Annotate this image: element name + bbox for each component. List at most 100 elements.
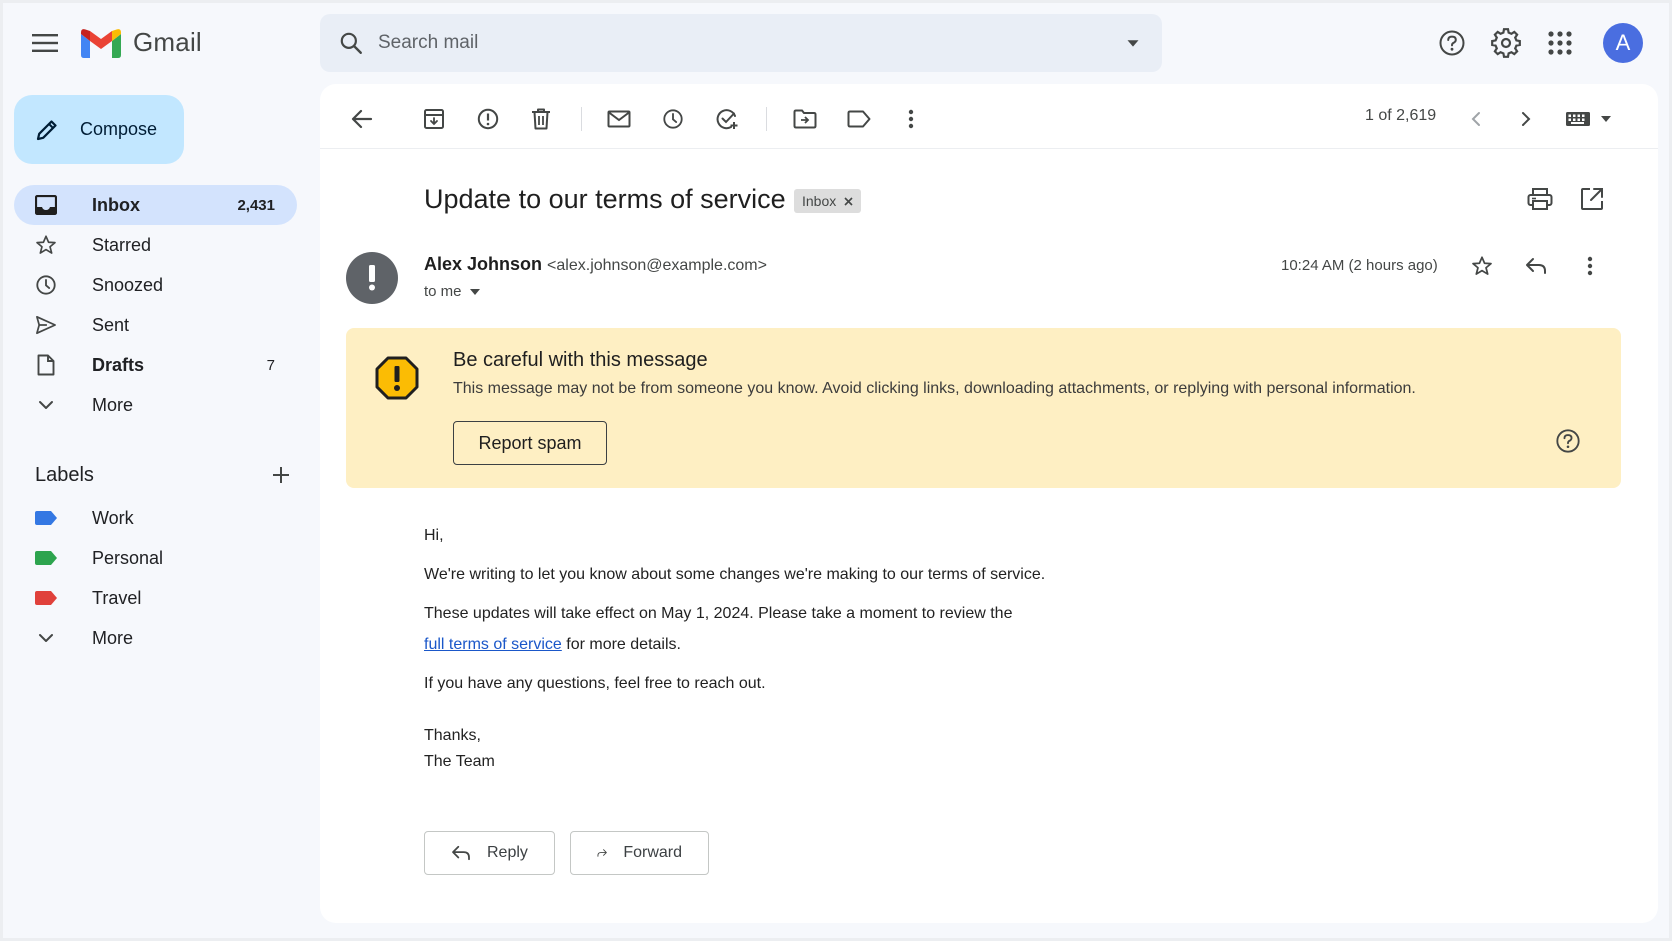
star-icon <box>1472 256 1492 275</box>
warning-help-button[interactable] <box>1555 428 1581 454</box>
reply-button[interactable]: Reply <box>424 831 555 875</box>
app-name: Gmail <box>133 27 202 57</box>
settings-button[interactable] <box>1486 23 1526 63</box>
labels-button[interactable] <box>839 99 879 139</box>
body-paragraph: These updates will take effect on May 1,… <box>424 605 1013 622</box>
close-icon[interactable] <box>844 196 853 206</box>
mail-icon <box>607 110 631 128</box>
sidebar-item-drafts[interactable]: Drafts 7 <box>14 345 297 385</box>
sidebar-nav: Inbox 2,431 Starred Snoozed Sent Drafts … <box>14 185 297 425</box>
send-icon <box>34 313 58 337</box>
input-tools-button[interactable] <box>1559 99 1619 139</box>
trash-icon <box>532 108 550 130</box>
message-more-button[interactable] <box>1570 246 1610 286</box>
sidebar-item-label: More <box>92 394 134 415</box>
open-in-new-icon <box>1581 188 1603 210</box>
toolbar-separator <box>581 107 582 131</box>
more-options-button[interactable] <box>891 99 931 139</box>
inbox-icon <box>34 193 58 217</box>
label-item-travel[interactable]: Travel <box>14 578 297 618</box>
apps-grid-icon <box>1548 31 1572 55</box>
reply-icon <box>452 845 470 861</box>
back-button[interactable] <box>342 99 382 139</box>
sidebar-item-label: Snoozed <box>92 274 164 295</box>
label-tag-icon <box>34 586 58 610</box>
older-button[interactable] <box>1506 99 1546 139</box>
more-vert-icon <box>1587 256 1593 276</box>
sidebar-item-more[interactable]: More <box>14 385 297 425</box>
printer-icon <box>1527 188 1553 210</box>
archive-button[interactable] <box>414 99 454 139</box>
toolbar-separator <box>766 107 767 131</box>
chevron-down-icon <box>34 393 58 417</box>
labels-title: Labels <box>35 463 94 486</box>
label-name: Personal <box>92 547 164 568</box>
sender-email: <alex.johnson@example.com> <box>547 257 767 274</box>
help-icon <box>1556 429 1580 453</box>
label-tag-icon <box>34 546 58 570</box>
star-button[interactable] <box>1462 246 1502 286</box>
gmail-m-icon <box>81 28 121 58</box>
apps-button[interactable] <box>1540 23 1580 63</box>
report-spam-button[interactable] <box>468 99 508 139</box>
sidebar-item-inbox[interactable]: Inbox 2,431 <box>14 185 297 225</box>
recipient-details[interactable]: to me <box>424 283 480 300</box>
body-signature: The Team <box>424 753 495 770</box>
sender-name[interactable]: Alex Johnson <box>424 254 542 274</box>
snooze-button[interactable] <box>653 99 693 139</box>
newer-button[interactable] <box>1456 99 1496 139</box>
reply-button-header[interactable] <box>1516 246 1556 286</box>
label-item-work[interactable]: Work <box>14 498 297 538</box>
archive-icon <box>424 109 444 129</box>
search-options-icon[interactable] <box>1122 32 1144 54</box>
sidebar-item-label: Inbox <box>92 194 140 215</box>
open-new-window-button[interactable] <box>1572 179 1612 219</box>
move-to-button[interactable] <box>785 99 825 139</box>
labels-more[interactable]: More <box>14 618 297 658</box>
sidebar-item-label: Starred <box>92 234 152 255</box>
sidebar-item-label: Drafts <box>92 354 145 375</box>
main-menu-button[interactable] <box>25 23 65 63</box>
terms-link[interactable]: full terms of service <box>424 636 562 653</box>
label-item-personal[interactable]: Personal <box>14 538 297 578</box>
folder-move-icon <box>793 109 817 129</box>
report-spam-button-banner[interactable]: Report spam <box>453 421 607 465</box>
reply-label: Reply <box>487 844 528 861</box>
label-name: Travel <box>92 587 142 608</box>
search-bar[interactable] <box>320 14 1162 72</box>
sender-line: Alex Johnson <alex.johnson@example.com> <box>424 254 767 275</box>
email-subject: Update to our terms of service <box>424 184 786 214</box>
arrow-left-icon <box>351 109 373 129</box>
unread-count: 2,431 <box>237 196 275 214</box>
body-link-trailing: for more details. <box>561 636 681 653</box>
search-input[interactable] <box>378 32 1122 54</box>
inbox-label-chip: Inbox <box>794 189 862 213</box>
body-paragraph-link-line: full terms of service for more details. <box>424 636 681 654</box>
help-icon <box>1439 30 1465 56</box>
sidebar-item-starred[interactable]: Starred <box>14 225 297 265</box>
compose-button[interactable]: Compose <box>14 95 184 164</box>
create-label-button[interactable] <box>271 465 291 485</box>
gmail-logo[interactable]: Gmail <box>81 27 202 58</box>
toolbar-divider <box>320 148 1658 149</box>
clock-icon <box>663 109 683 129</box>
message-pager: 1 of 2,619 <box>1365 107 1437 124</box>
forward-label: Forward <box>623 844 682 861</box>
forward-button[interactable]: Forward <box>570 831 709 875</box>
body-greeting: Hi, <box>424 527 444 544</box>
exclamation-icon <box>369 265 375 291</box>
mark-unread-button[interactable] <box>599 99 639 139</box>
support-button[interactable] <box>1432 23 1472 63</box>
account-avatar[interactable]: A <box>1603 23 1643 63</box>
chip-label: Inbox <box>802 193 837 209</box>
plus-icon <box>273 467 289 483</box>
sidebar-item-sent[interactable]: Sent <box>14 305 297 345</box>
search-icon[interactable] <box>338 30 364 56</box>
add-to-tasks-button[interactable] <box>707 99 747 139</box>
chevron-right-icon <box>1522 112 1531 126</box>
sidebar-item-snoozed[interactable]: Snoozed <box>14 265 297 305</box>
sender-avatar[interactable] <box>346 252 398 304</box>
delete-button[interactable] <box>521 99 561 139</box>
chevron-down-icon <box>34 626 58 650</box>
print-button[interactable] <box>1520 179 1560 219</box>
